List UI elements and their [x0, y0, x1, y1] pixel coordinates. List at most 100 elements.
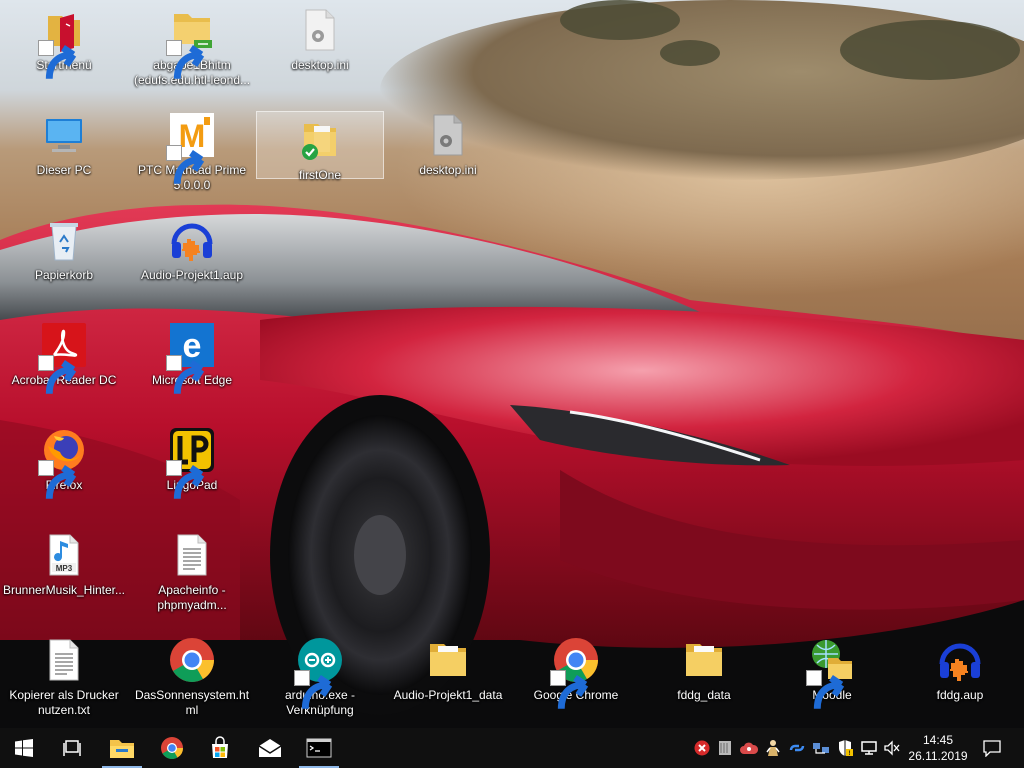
action-center-icon: [983, 740, 1001, 757]
chrome-icon: [550, 636, 600, 709]
task-view-icon: [63, 740, 81, 756]
audacity-icon: [168, 216, 216, 264]
taskbar-clock[interactable]: 14:45 26.11.2019: [903, 728, 973, 768]
desktop-icon-label: Audio-Projekt1.aup: [140, 268, 244, 282]
desktop-icon-fddg-aup[interactable]: fddg.aup: [896, 632, 1024, 736]
desktop-icon-label: Apacheinfo - phpmyadm...: [157, 583, 227, 612]
file-explorer-icon: [110, 740, 134, 758]
desktop-icon-dassonnensystem[interactable]: DasSonnensystem.html: [128, 632, 256, 736]
desktop-icon-mathcad[interactable]: M PTC Mathcad Prime 5.0.0.0: [128, 107, 256, 211]
shortcut-arrow-icon: [806, 670, 845, 709]
mathcad-icon: M: [166, 111, 216, 184]
shortcut-arrow-icon: [38, 460, 77, 499]
storage-icon: [719, 741, 731, 755]
action-center-button[interactable]: [968, 728, 1016, 768]
synced-folder-icon: [296, 116, 344, 164]
ini-file-icon: [424, 111, 472, 159]
network-share-icon: [813, 743, 829, 754]
shortcut-arrow-icon: [166, 40, 205, 79]
clock-date: 26.11.2019: [908, 749, 968, 763]
moodle-icon: [806, 636, 856, 709]
user-figure-icon: [766, 740, 780, 756]
security-shield-icon: !: [839, 740, 853, 757]
desktop-icon-papierkorb[interactable]: Papierkorb: [0, 212, 128, 316]
desktop-icon-label: Papierkorb: [34, 268, 94, 282]
taskbar-file-explorer[interactable]: [98, 728, 146, 768]
audacity-icon: [936, 636, 984, 684]
desktop-icon-brunnermusik[interactable]: MP3 BrunnerMusik_Hinter...: [0, 527, 128, 631]
microsoft-store-icon: [212, 736, 228, 758]
arduino-icon: [294, 636, 344, 709]
mp3-file-icon: MP3: [40, 531, 88, 579]
cloud-status-icon: [740, 742, 758, 754]
folder-icon: [680, 636, 728, 684]
chrome-icon: [161, 737, 183, 759]
desktop-icon-label: Audio-Projekt1_data: [393, 688, 503, 702]
tray-cloud-status[interactable]: [737, 728, 761, 768]
tray-network[interactable]: [857, 728, 881, 768]
text-file-icon: [40, 636, 88, 684]
desktop-icon-label: desktop.ini: [419, 163, 477, 177]
shortcut-arrow-icon: [166, 460, 205, 499]
desktop-icon-firefox[interactable]: Firefox: [0, 422, 128, 526]
taskbar-command-prompt[interactable]: [295, 728, 343, 768]
desktop-icon-apacheinfo[interactable]: Apacheinfo - phpmyadm...: [128, 527, 256, 631]
desktop-icon-google-chrome[interactable]: Google Chrome: [512, 632, 640, 736]
start-button[interactable]: [0, 728, 48, 768]
tray-bluetooth-link[interactable]: [785, 728, 809, 768]
desktop-icon-label: Kopierer als Drucker nutzen.txt: [9, 688, 119, 717]
desktop-icon-abgabe[interactable]: abgabe1Bhitm (edufs.edu.htl-leond...: [128, 2, 256, 106]
desktop-icon-desktop-ini[interactable]: desktop.ini: [256, 2, 384, 106]
svg-text:MP3: MP3: [56, 564, 73, 573]
startmenu-folder-icon: [38, 6, 88, 79]
taskbar-chrome[interactable]: [148, 728, 196, 768]
tray-user-figure[interactable]: [761, 728, 785, 768]
shortcut-arrow-icon: [294, 670, 333, 709]
desktop-icon-audio-projekt1[interactable]: Audio-Projekt1.aup: [128, 212, 256, 316]
shortcut-arrow-icon: [166, 355, 205, 394]
desktop-icon-dieser-pc[interactable]: Dieser PC: [0, 107, 128, 211]
desktop-icon-startmenu[interactable]: Startmenü: [0, 2, 128, 106]
error-status-icon: [694, 740, 710, 756]
desktop-icon-lingopad[interactable]: LingoPad: [128, 422, 256, 526]
network-icon: [861, 741, 877, 755]
tray-volume[interactable]: [880, 728, 904, 768]
desktop-icon-firstone[interactable]: firstOne: [256, 111, 384, 182]
desktop-icon-desktop-ini-2[interactable]: desktop.ini: [384, 107, 512, 211]
desktop-icon-label: fddg_data: [677, 688, 731, 702]
volume-muted-icon: [884, 740, 900, 756]
shortcut-arrow-icon: [38, 40, 77, 79]
shortcut-arrow-icon: [38, 355, 77, 394]
tray-storage[interactable]: [713, 728, 737, 768]
network-folder-icon: [166, 6, 216, 79]
windows-start-icon: [15, 739, 33, 757]
mail-icon: [258, 739, 282, 757]
clock-time: 14:45: [922, 733, 954, 747]
taskbar-microsoft-store[interactable]: [196, 728, 244, 768]
tray-error-status[interactable]: [690, 728, 714, 768]
firefox-icon: [38, 426, 88, 499]
ini-file-icon: [296, 6, 344, 54]
acrobat-icon: [38, 321, 88, 394]
task-view-button[interactable]: [48, 728, 96, 768]
desktop-icon-audio-projekt1-data[interactable]: Audio-Projekt1_data: [384, 632, 512, 736]
shortcut-arrow-icon: [166, 145, 205, 184]
desktop-icon-edge[interactable]: e Microsoft Edge: [128, 317, 256, 421]
command-prompt-icon: [306, 738, 332, 758]
text-file-icon: [168, 531, 216, 579]
taskbar-mail[interactable]: [246, 728, 294, 768]
bluetooth-link-icon: [789, 744, 805, 752]
tray-network-share[interactable]: [809, 728, 833, 768]
desktop-icon-moodle[interactable]: Moodle: [768, 632, 896, 736]
taskbar: ! 14:45 26.11.2019: [0, 728, 1024, 768]
desktop-icon-label: Dieser PC: [36, 163, 92, 177]
desktop-icon-label: firstOne: [298, 168, 341, 182]
desktop-icon-fddg-data[interactable]: fddg_data: [640, 632, 768, 736]
desktop-icon-arduino[interactable]: arduino.exe - Verknüpfung: [256, 632, 384, 736]
desktop-icon-acrobat[interactable]: Acrobat Reader DC: [0, 317, 128, 421]
svg-text:!: !: [849, 751, 851, 757]
tray-security-shield[interactable]: !: [833, 728, 857, 768]
chrome-icon: [168, 636, 216, 684]
desktop-icon-kopierer[interactable]: Kopierer als Drucker nutzen.txt: [0, 632, 128, 736]
shortcut-arrow-icon: [550, 670, 589, 709]
